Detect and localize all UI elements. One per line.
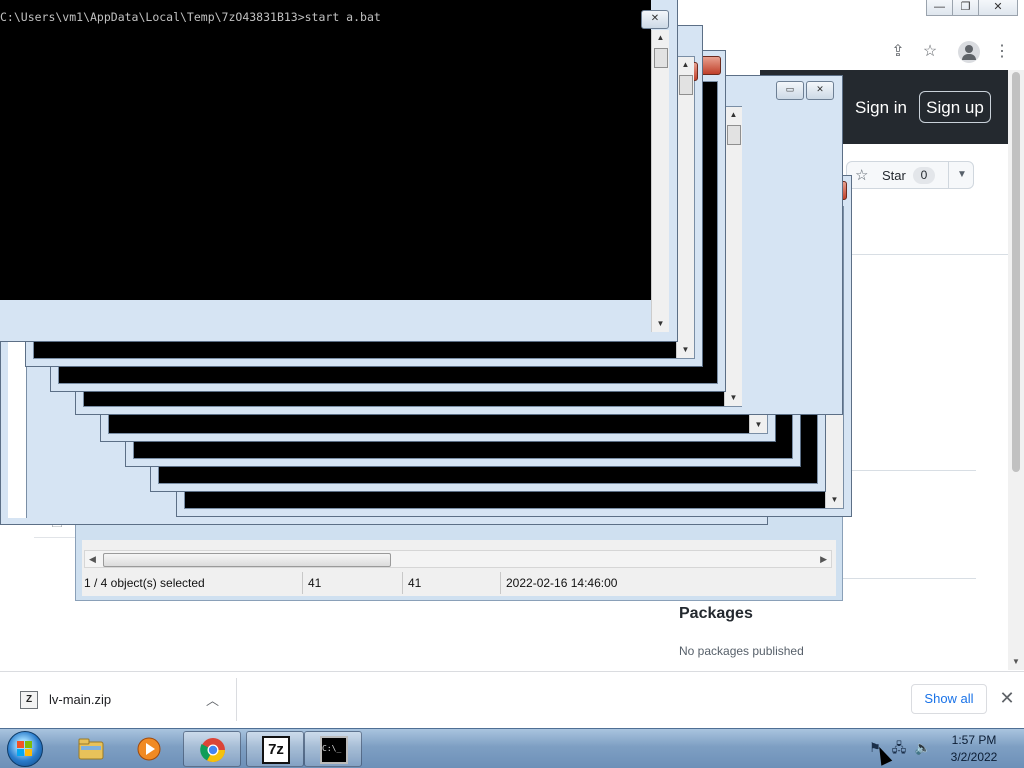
chevron-up-icon[interactable]: ︿ [206, 690, 219, 709]
scroll-thumb[interactable] [654, 48, 668, 68]
vertical-scrollbar[interactable]: ▲ ▼ [651, 30, 669, 332]
start-button[interactable] [7, 731, 43, 767]
packages-heading: Packages [679, 605, 753, 622]
zip-file-icon: Z [20, 691, 38, 709]
scroll-right-arrow-icon[interactable]: ▶ [820, 554, 827, 565]
status-size: 41 [308, 576, 322, 590]
star-button[interactable]: ☆ Star 0 ▼ [846, 161, 974, 189]
status-separator [402, 572, 403, 594]
chevron-down-icon[interactable]: ▼ [948, 162, 975, 188]
vertical-scrollbar[interactable]: ▲▼ [724, 107, 742, 406]
star-label: Star [882, 168, 906, 183]
divider [236, 678, 237, 721]
taskbar-explorer[interactable] [62, 731, 120, 767]
chrome-icon [200, 738, 225, 763]
console-window-active: ▲ ▼ ✕ [0, 0, 678, 342]
close-icon[interactable]: ✕ [806, 81, 834, 100]
scroll-down-arrow-icon[interactable]: ▼ [1012, 657, 1020, 666]
page-scrollbar[interactable] [1008, 70, 1024, 670]
status-packed-size: 41 [408, 576, 422, 590]
close-icon[interactable]: ✕ [997, 687, 1017, 709]
star-count-badge: 0 [913, 167, 935, 184]
bookmark-star-icon[interactable]: ☆ [919, 41, 941, 63]
clock-time[interactable]: 1:57 PM [936, 733, 1012, 747]
download-file-name[interactable]: lv-main.zip [49, 692, 111, 707]
console-output[interactable] [0, 0, 651, 300]
sign-up-button[interactable]: Sign up [919, 91, 991, 123]
close-icon[interactable]: ✕ [641, 10, 669, 29]
star-icon: ☆ [855, 167, 869, 184]
volume-icon[interactable]: 🔈 [914, 740, 932, 756]
taskbar-7zip[interactable]: 7z [246, 731, 304, 767]
browser-minimize-button[interactable]: — [926, 0, 953, 16]
show-all-button[interactable]: Show all [911, 684, 987, 714]
windows-logo-icon [17, 741, 32, 756]
horizontal-scrollbar[interactable]: ◀ ▶ [84, 550, 832, 568]
network-icon[interactable]: 🖧 [890, 740, 908, 756]
scroll-thumb[interactable] [103, 553, 391, 567]
vertical-scrollbar[interactable]: ▲▼ [676, 57, 694, 358]
status-separator [500, 572, 501, 594]
divider [840, 578, 976, 579]
clock-date[interactable]: 3/2/2022 [936, 750, 1012, 764]
folder-icon [78, 738, 104, 760]
share-icon[interactable]: ⇪ [887, 41, 909, 63]
status-bar: 1 / 4 object(s) selected 41 41 2022-02-1… [84, 572, 834, 594]
profile-avatar-icon[interactable] [958, 41, 980, 63]
status-separator [302, 572, 303, 594]
7zip-icon: 7z [262, 736, 290, 764]
download-bar [0, 671, 1024, 728]
sign-in-link[interactable]: Sign in [855, 98, 907, 118]
packages-note: No packages published [679, 644, 804, 658]
browser-menu-icon[interactable]: ⋮ [991, 41, 1013, 63]
status-selection: 1 / 4 object(s) selected [84, 576, 205, 590]
taskbar-cmd[interactable]: C:\_ [304, 731, 362, 767]
taskbar-media-player[interactable] [120, 731, 178, 767]
browser-maximize-button[interactable]: ❐ [952, 0, 979, 16]
divider [840, 470, 976, 471]
maximize-icon[interactable]: ▭ [776, 81, 804, 100]
command-prompt-icon: C:\_ [320, 736, 348, 764]
scroll-left-arrow-icon[interactable]: ◀ [89, 554, 96, 565]
console-prompt-line: C:\Users\vm1\AppData\Local\Temp\7zO43831… [0, 10, 381, 24]
media-player-icon [137, 737, 161, 761]
status-modified: 2022-02-16 14:46:00 [506, 576, 618, 590]
taskbar-chrome[interactable] [183, 731, 241, 767]
browser-close-button[interactable]: ✕ [978, 0, 1018, 16]
